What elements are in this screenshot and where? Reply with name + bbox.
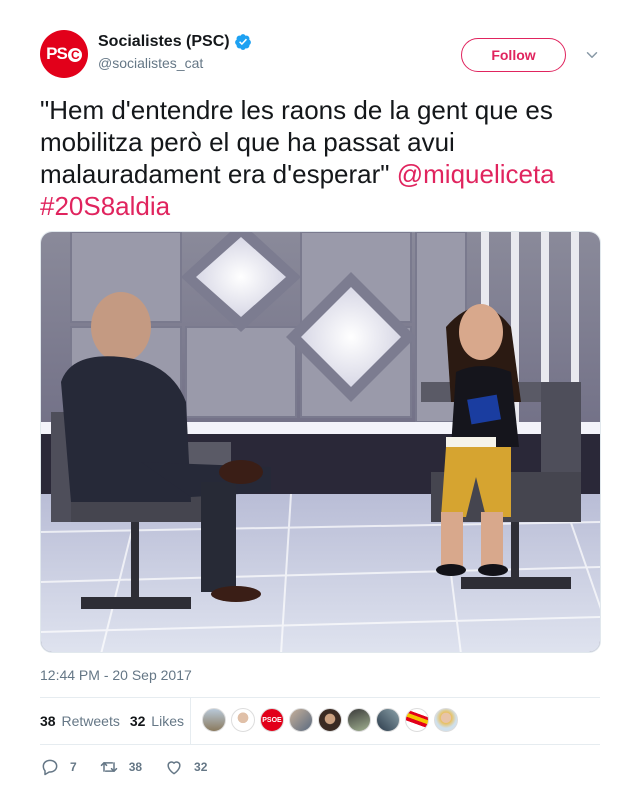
heart-icon	[167, 761, 181, 775]
liker-avatar[interactable]	[231, 708, 255, 732]
avatar[interactable]: PS C	[40, 30, 88, 78]
retweets-label: Retweets	[61, 713, 120, 729]
reply-count: 7	[70, 760, 77, 774]
reply-button[interactable]: 7	[40, 757, 77, 777]
liker-avatar[interactable]	[405, 708, 429, 732]
tweet-photo[interactable]	[40, 231, 601, 653]
tv-studio-photo	[41, 232, 600, 652]
likes-stat[interactable]: 32 Likes	[130, 713, 184, 729]
liker-avatar[interactable]	[318, 708, 342, 732]
retweet-icon	[100, 762, 117, 772]
follow-button[interactable]: Follow	[461, 38, 566, 72]
divider-bottom	[40, 744, 600, 745]
tweet-text: "Hem d'entendre les raons de la gent que…	[40, 94, 600, 222]
stats-separator	[190, 698, 191, 744]
liker-avatar[interactable]: PSOE	[260, 708, 284, 732]
account-handle[interactable]: @socialistes_cat	[98, 55, 252, 71]
likes-label: Likes	[151, 713, 184, 729]
liker-avatar[interactable]	[202, 708, 226, 732]
mention-link[interactable]: @miqueliceta	[397, 159, 555, 189]
retweet-button[interactable]: 38	[99, 757, 142, 777]
like-button[interactable]: 32	[164, 757, 207, 777]
tweet-actions: 7 38 32	[40, 756, 600, 778]
display-name[interactable]: Socialistes (PSC)	[98, 33, 252, 51]
hashtag-link[interactable]: #20S8aldia	[40, 191, 170, 221]
retweets-count: 38	[40, 713, 56, 729]
liker-avatars: PSOE	[202, 708, 463, 732]
tweet-stats: 38 Retweets 32 Likes PSOE	[40, 698, 600, 744]
tweet-timestamp[interactable]: 12:44 PM - 20 Sep 2017	[40, 667, 192, 683]
chevron-down-icon[interactable]	[583, 46, 601, 64]
verified-badge-icon	[234, 34, 251, 50]
retweets-stat[interactable]: 38 Retweets	[40, 713, 120, 729]
reply-icon	[42, 759, 58, 776]
avatar-logo: PS C	[46, 44, 82, 64]
retweet-count: 38	[128, 760, 143, 774]
like-count: 32	[194, 760, 208, 774]
account-names: Socialistes (PSC) @socialistes_cat	[98, 33, 252, 71]
liker-avatar[interactable]	[289, 708, 313, 732]
tweet-header: PS C Socialistes (PSC) @socialistes_cat F…	[40, 30, 600, 80]
liker-avatar[interactable]	[434, 708, 458, 732]
display-name-text[interactable]: Socialistes (PSC)	[98, 33, 230, 51]
liker-avatar[interactable]	[376, 708, 400, 732]
psoe-badge: PSOE	[262, 716, 282, 724]
likes-count: 32	[129, 713, 146, 729]
liker-avatar[interactable]	[347, 708, 371, 732]
